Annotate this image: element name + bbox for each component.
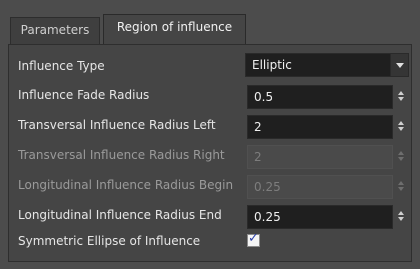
transversal-right-spinner	[398, 150, 406, 164]
spin-down-icon	[398, 187, 404, 191]
spin-up-icon[interactable]	[398, 91, 404, 95]
spin-down-icon[interactable]	[398, 97, 404, 101]
longitudinal-end-input[interactable]: 0.25	[247, 205, 393, 229]
tab-bar: Parameters Region of influence	[0, 0, 420, 45]
tab-parameters[interactable]: Parameters	[10, 17, 100, 44]
transversal-left-spinner[interactable]	[398, 120, 406, 134]
influence-type-value: Elliptic	[252, 58, 292, 72]
longitudinal-end-spinner[interactable]	[398, 210, 406, 224]
spin-down-icon[interactable]	[398, 127, 404, 131]
spin-down-icon	[398, 157, 404, 161]
tab-region-of-influence[interactable]: Region of influence	[103, 14, 246, 45]
transversal-right-row: Transversal Influence Radius Right 2	[9, 143, 413, 169]
symmetric-row: Symmetric Ellipse of Influence ✓	[9, 229, 413, 255]
longitudinal-begin-label: Longitudinal Influence Radius Begin	[18, 178, 234, 192]
fade-radius-input[interactable]: 0.5	[247, 85, 393, 109]
transversal-left-row: Transversal Influence Radius Left 2	[9, 113, 413, 139]
longitudinal-end-row: Longitudinal Influence Radius End 0.25	[9, 203, 413, 229]
influence-type-dropdown[interactable]: Elliptic	[245, 53, 409, 77]
transversal-left-input[interactable]: 2	[247, 115, 393, 139]
longitudinal-end-label: Longitudinal Influence Radius End	[18, 208, 222, 222]
spin-up-icon[interactable]	[398, 211, 404, 215]
dropdown-button[interactable]	[390, 54, 408, 76]
region-of-influence-panel: Influence Type Elliptic Influence Fade R…	[8, 44, 412, 262]
symmetric-label: Symmetric Ellipse of Influence	[18, 234, 201, 248]
transversal-right-input: 2	[247, 145, 393, 169]
spin-up-icon	[398, 151, 404, 155]
spin-up-icon[interactable]	[398, 121, 404, 125]
longitudinal-begin-row: Longitudinal Influence Radius Begin 0.25	[9, 173, 413, 199]
chevron-down-icon	[396, 63, 404, 68]
fade-radius-spinner[interactable]	[398, 90, 406, 104]
symmetric-checkbox[interactable]: ✓	[247, 231, 260, 247]
longitudinal-begin-spinner	[398, 180, 406, 194]
fade-radius-label: Influence Fade Radius	[18, 88, 150, 102]
influence-type-row: Influence Type Elliptic	[9, 53, 413, 79]
spin-down-icon[interactable]	[398, 217, 404, 221]
transversal-right-label: Transversal Influence Radius Right	[18, 148, 225, 162]
transversal-left-label: Transversal Influence Radius Left	[18, 118, 216, 132]
longitudinal-begin-input: 0.25	[247, 175, 393, 199]
spin-up-icon	[398, 181, 404, 185]
fade-radius-row: Influence Fade Radius 0.5	[9, 83, 413, 109]
influence-type-label: Influence Type	[18, 59, 105, 73]
checkmark-icon: ✓	[248, 231, 259, 246]
